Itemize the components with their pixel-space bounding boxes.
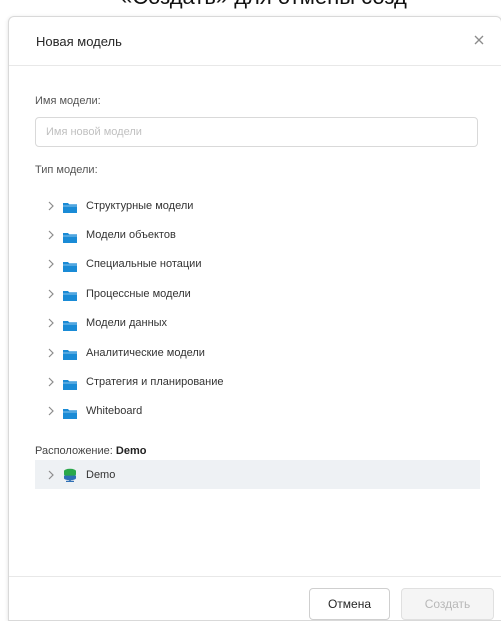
cancel-button[interactable]: Отмена xyxy=(309,588,390,620)
dialog-header: Новая модель xyxy=(9,17,501,66)
tree-item-label: Стратегия и планирование xyxy=(86,376,224,389)
tree-item-label: Demo xyxy=(86,468,116,481)
chevron-right-icon[interactable] xyxy=(45,229,57,241)
location-value: Demo xyxy=(115,445,147,457)
chevron-right-icon[interactable] xyxy=(45,317,57,329)
new-model-dialog: Новая модель Имя модели: Тип модели: Стр… xyxy=(8,16,501,621)
chevron-right-icon[interactable] xyxy=(45,405,57,417)
database-icon xyxy=(63,468,77,482)
model-name-input[interactable] xyxy=(35,117,478,147)
folder-icon xyxy=(63,318,77,331)
folder-icon xyxy=(63,259,77,272)
tree-item-structural-models[interactable]: Структурные модели xyxy=(35,191,479,220)
tree-item-strategy-planning[interactable]: Стратегия и планирование xyxy=(35,367,479,396)
folder-icon xyxy=(63,288,77,302)
folder-icon xyxy=(63,406,77,419)
chevron-right-icon[interactable] xyxy=(45,288,57,300)
dialog-footer: Отмена Создать xyxy=(9,576,501,620)
tree-item-analytical-models[interactable]: Аналитические модели xyxy=(35,338,479,367)
chevron-right-icon[interactable] xyxy=(45,258,57,270)
create-button[interactable]: Создать xyxy=(401,588,494,620)
tree-item-object-models[interactable]: Модели объектов xyxy=(35,220,479,249)
chevron-right-icon[interactable] xyxy=(45,376,57,388)
tree-item-label: Процессные модели xyxy=(86,287,191,300)
chevron-right-icon[interactable] xyxy=(45,469,57,481)
folder-icon xyxy=(63,377,77,390)
dialog-title: Новая модель xyxy=(36,34,122,49)
tree-item-label: Специальные нотации xyxy=(86,258,202,271)
background-text: «Создать» для отмены созд xyxy=(120,0,407,10)
folder-icon xyxy=(63,230,77,243)
tree-item-special-notations[interactable]: Специальные нотации xyxy=(35,250,479,279)
tree-item-label: Структурные модели xyxy=(86,199,194,212)
chevron-right-icon[interactable] xyxy=(45,347,57,359)
tree-item-data-models[interactable]: Модели данных xyxy=(35,309,479,338)
location-label: Расположение: Demo xyxy=(35,445,146,457)
model-type-tree: Структурные модели Модели объектов Специ… xyxy=(35,191,479,426)
tree-item-label: Аналитические модели xyxy=(86,346,205,359)
close-icon[interactable] xyxy=(471,32,487,48)
tree-item-label: Модели объектов xyxy=(86,229,176,242)
tree-item-whiteboard[interactable]: Whiteboard xyxy=(35,397,479,426)
tree-item-process-models[interactable]: Процессные модели xyxy=(35,279,479,308)
tree-item-label: Whiteboard xyxy=(86,405,143,418)
chevron-right-icon[interactable] xyxy=(45,200,57,212)
folder-icon xyxy=(63,200,77,214)
model-type-label: Тип модели: xyxy=(35,164,98,176)
location-label-text: Расположение: xyxy=(35,445,113,457)
folder-icon xyxy=(63,347,77,361)
location-tree-item-demo[interactable]: Demo xyxy=(35,460,480,489)
model-name-label: Имя модели: xyxy=(35,95,101,107)
tree-item-label: Модели данных xyxy=(86,317,168,330)
